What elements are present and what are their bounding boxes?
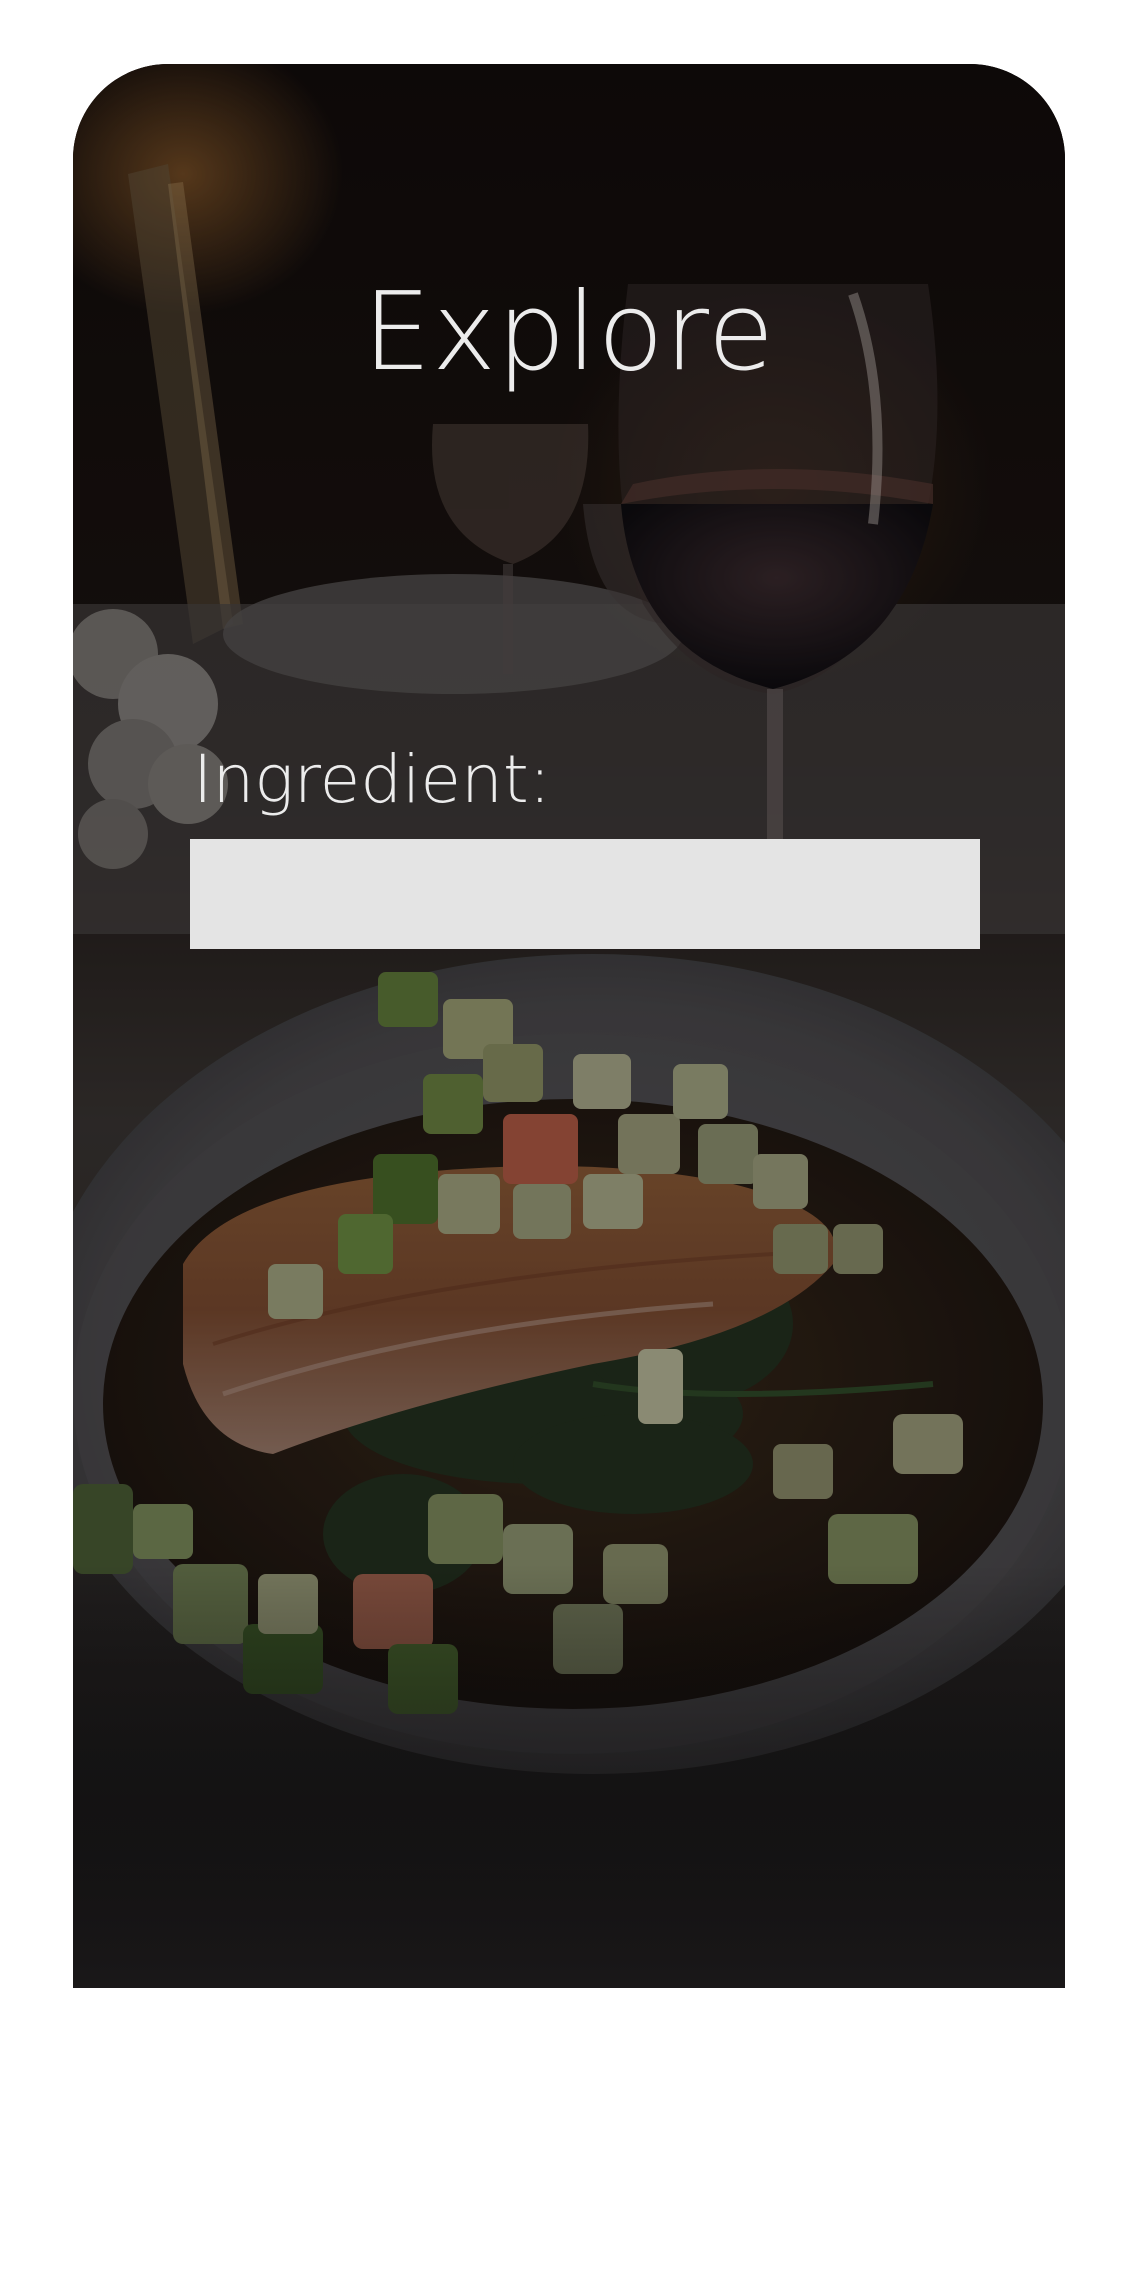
explore-screen: Explore Ingredient:	[73, 64, 1065, 1988]
page-title: Explore	[362, 270, 776, 395]
page: Explore Ingredient:	[0, 0, 1135, 2291]
ingredient-label: Ingredient:	[193, 741, 551, 818]
ingredient-input[interactable]	[190, 839, 980, 949]
